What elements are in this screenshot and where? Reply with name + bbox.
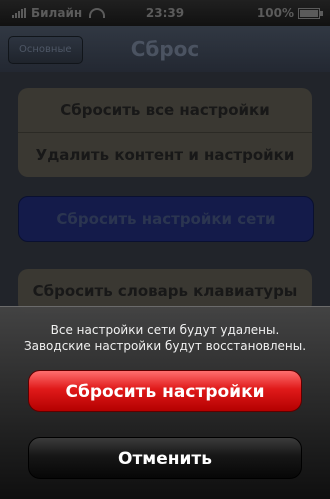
back-button[interactable]: Основные <box>8 36 83 64</box>
status-right: 100% <box>256 6 323 20</box>
network-reset-group: Сбросить настройки сети <box>18 196 314 242</box>
cancel-button[interactable]: Отменить <box>28 437 302 479</box>
reset-network-settings-item[interactable]: Сбросить настройки сети <box>19 197 313 241</box>
phone-screen: Билайн 23:39 100% Основные Сброс Сбросит… <box>0 0 330 499</box>
status-bar: Билайн 23:39 100% <box>0 0 330 26</box>
action-sheet: Все настройки сети будут удалены. Заводс… <box>0 306 330 499</box>
reset-settings-button[interactable]: Сбросить настройки <box>28 370 302 412</box>
reset-all-settings-item[interactable]: Сбросить все настройки <box>18 88 312 132</box>
message-line-2: Заводские настройки будут восстановлены. <box>23 339 307 353</box>
battery-icon <box>298 7 323 19</box>
erase-content-settings-item[interactable]: Удалить контент и настройки <box>18 132 312 177</box>
battery-percentage: 100% <box>256 6 294 20</box>
action-sheet-message: Все настройки сети будут удалены. Заводс… <box>10 322 320 354</box>
reset-options-group: Сбросить все настройки Удалить контент и… <box>18 88 312 177</box>
page-title: Сброс <box>130 37 200 61</box>
message-line-1: Все настройки сети будут удалены. <box>50 323 280 337</box>
navigation-bar: Основные Сброс <box>0 26 330 73</box>
battery-level-indicator <box>300 9 318 17</box>
